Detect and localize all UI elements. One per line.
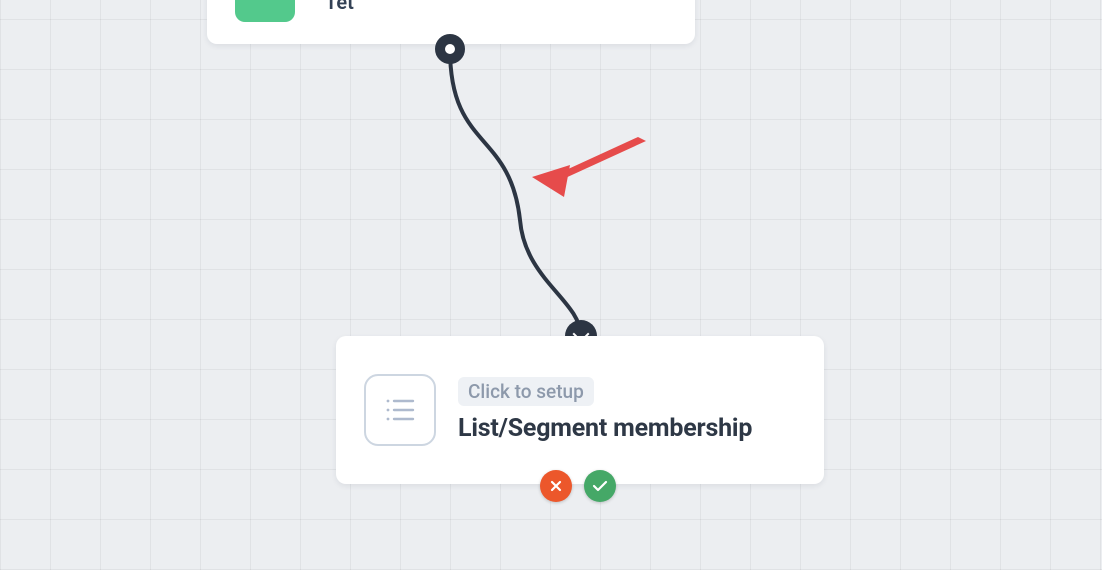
check-icon: [592, 479, 608, 493]
pass-port[interactable]: [584, 470, 616, 502]
step-title: List/Segment membership: [458, 414, 752, 443]
step-body: Click to setup List/Segment membership: [458, 377, 752, 443]
step-icon-placeholder: [235, 0, 295, 22]
output-port[interactable]: [435, 34, 465, 64]
step-top-partial-text: Tet: [325, 0, 354, 14]
flow-step-card-bottom[interactable]: Click to setup List/Segment membership: [336, 336, 824, 484]
result-ports: [540, 470, 616, 502]
annotation-arrow-icon: [520, 125, 670, 215]
fail-port[interactable]: [540, 470, 572, 502]
automation-canvas[interactable]: Tet Click to setup List/Segment membersh…: [0, 0, 1102, 570]
x-icon: [549, 479, 563, 493]
setup-pill[interactable]: Click to setup: [458, 377, 594, 406]
list-icon: [364, 374, 436, 446]
